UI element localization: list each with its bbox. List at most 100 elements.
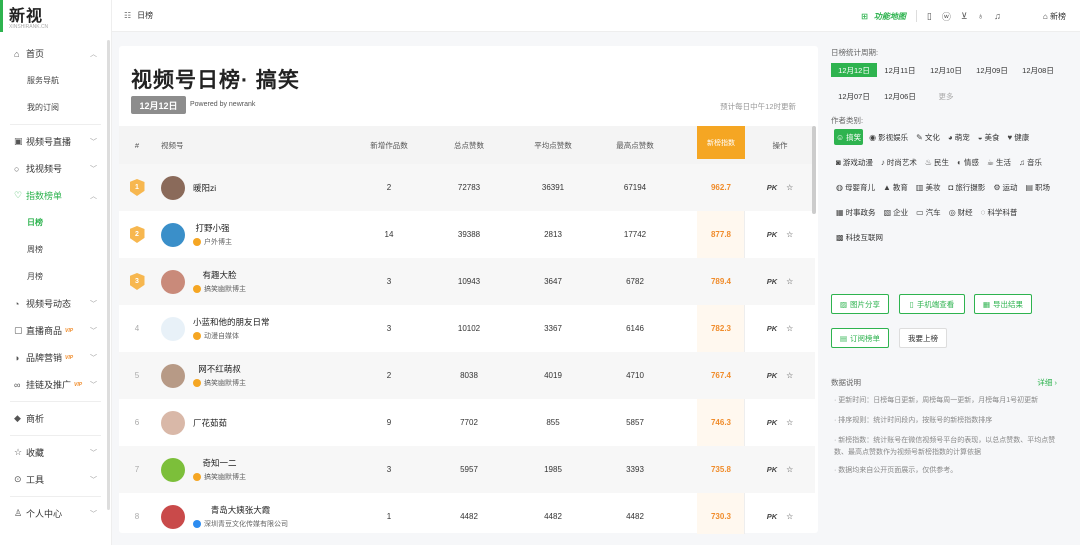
sidebar-item-8[interactable]: 月榜 (0, 263, 111, 290)
category-option[interactable]: ◐ 情感 (955, 154, 981, 170)
phone-icon[interactable]: ▯ (927, 11, 932, 22)
category-option[interactable]: ▦ 时事政务 (834, 204, 878, 220)
account-cell[interactable]: 厂花茹茹 (161, 410, 227, 435)
mobile-view-button[interactable]: ▯ 手机端查看 (899, 294, 965, 314)
account-cell[interactable]: 奇知一二 搞笑幽默博主 (161, 457, 246, 482)
category-option[interactable]: ⚙ 运动 (991, 179, 1019, 195)
date-option[interactable]: 12月07日 (831, 89, 877, 103)
pk-button[interactable]: PK (767, 183, 777, 192)
category-option[interactable]: ◘ 旅行摄影 (946, 179, 987, 195)
account-name[interactable]: 青岛大姨张大霞 (193, 504, 288, 516)
sidebar-item-15[interactable]: ⊙ 工具 ﹀ (0, 466, 111, 493)
avatar[interactable] (161, 410, 185, 435)
account-name[interactable]: 奇知一二 (193, 457, 246, 469)
account-cell[interactable]: 打野小强 户外博主 (161, 222, 232, 247)
category-option[interactable]: ▩ 科技互联网 (834, 229, 885, 245)
avatar[interactable] (161, 363, 185, 388)
category-option[interactable]: ▤ 职场 (1023, 179, 1052, 195)
sidebar-item-0[interactable]: ⌂ 首页 ︿ (0, 40, 111, 67)
date-option[interactable]: 12月09日 (969, 63, 1015, 77)
star-icon[interactable]: ☆ (786, 277, 793, 286)
category-option[interactable]: ♨ 民生 (923, 154, 951, 170)
avatar[interactable] (161, 316, 185, 341)
category-option[interactable]: ♥ 健康 (1006, 129, 1032, 145)
category-option[interactable]: ◉ 影视娱乐 (867, 129, 910, 145)
sidebar-item-10[interactable]: ▢ 直播商品 VIP ﹀ (0, 317, 111, 344)
category-option[interactable]: ☺ 搞笑 (834, 129, 864, 145)
table-row[interactable]: 6 厂花茹茹 9 7702 855 5857 746.3 PK ☆ (119, 399, 815, 446)
table-row[interactable]: 7 奇知一二 搞笑幽默博主 3 5957 1985 3393 735.8 PK ☆ (119, 446, 815, 493)
table-row[interactable]: 3 有趣大脸 搞笑幽默博主 3 10943 3647 6782 789.4 PK … (119, 258, 815, 305)
header-total-likes[interactable]: 总点赞数 (439, 140, 499, 151)
menu-icon[interactable]: ☷ (124, 11, 131, 20)
subscribe-button[interactable]: ▤ 订阅榜单 (831, 328, 889, 348)
category-option[interactable]: ✎ 文化 (914, 129, 942, 145)
avatar[interactable] (161, 175, 185, 200)
date-option[interactable]: 12月11日 (877, 63, 923, 77)
category-option[interactable]: ☕ 生活 (985, 154, 1013, 170)
pk-button[interactable]: PK (767, 512, 777, 521)
pk-button[interactable]: PK (767, 230, 777, 239)
category-option[interactable]: ▲ 教育 (881, 179, 910, 195)
weibo-icon[interactable]: ⓦ (942, 10, 951, 23)
feature-map-link[interactable]: ⊞ 功能地图 (861, 11, 906, 22)
table-row[interactable]: 5 网不红萌叔 搞笑幽默博主 2 8038 4019 4710 767.4 PK … (119, 352, 815, 399)
date-option[interactable]: 12月08日 (1015, 63, 1061, 77)
table-row[interactable]: 4 小蓝和他的朋友日常 动漫自媒体 3 10102 3367 6146 782.3… (119, 305, 815, 352)
newrank-home-link[interactable]: ⌂ 新榜 (1043, 11, 1066, 22)
category-option[interactable]: ♫ 音乐 (1017, 154, 1044, 170)
sidebar-item-4[interactable]: ○ 找视频号 ﹀ (0, 155, 111, 182)
shirt-icon[interactable]: ⊻ (961, 11, 968, 22)
notes-detail-link[interactable]: 详细 › (1037, 377, 1057, 388)
pk-button[interactable]: PK (767, 465, 777, 474)
sidebar-item-6[interactable]: 日榜 (0, 209, 111, 236)
account-name[interactable]: 有趣大脸 (193, 269, 246, 281)
sidebar-item-16[interactable]: ♙ 个人中心 ﹀ (0, 500, 111, 527)
headset-icon[interactable]: ♁ (977, 11, 984, 21)
account-cell[interactable]: 小蓝和他的朋友日常 动漫自媒体 (161, 316, 270, 341)
header-max-likes[interactable]: 最高点赞数 (603, 140, 667, 151)
category-option[interactable]: ◕ 萌宠 (946, 129, 972, 145)
sidebar-item-9[interactable]: ◔ 视频号动态 ﹀ (0, 290, 111, 317)
category-option[interactable]: ◎ 财经 (947, 204, 975, 220)
star-icon[interactable]: ☆ (786, 230, 793, 239)
pk-button[interactable]: PK (767, 277, 777, 286)
account-cell[interactable]: 有趣大脸 搞笑幽默博主 (161, 269, 246, 294)
submit-ranking-button[interactable]: 我要上榜 (899, 328, 947, 348)
sidebar-item-2[interactable]: 我的订阅 (0, 94, 111, 121)
account-name[interactable]: 厂花茹茹 (193, 417, 227, 429)
header-avg-likes[interactable]: 平均点赞数 (523, 140, 583, 151)
category-option[interactable]: ◍ 母婴育儿 (834, 179, 877, 195)
table-row[interactable]: 1 暖阳zi 2 72783 36391 67194 962.7 PK ☆ (119, 164, 815, 211)
account-name[interactable]: 打野小强 (193, 222, 232, 234)
category-option[interactable]: ◒ 美食 (976, 129, 1002, 145)
avatar[interactable] (161, 222, 185, 247)
category-option[interactable]: ▥ 美妆 (914, 179, 943, 195)
sidebar-item-3[interactable]: ▣ 视频号直播 ﹀ (0, 128, 111, 155)
date-option[interactable]: 12月06日 (877, 89, 923, 103)
avatar[interactable] (161, 269, 185, 294)
header-works[interactable]: 新增作品数 (359, 140, 419, 151)
sidebar-item-13[interactable]: ◆ 商析 (0, 405, 111, 432)
bell-icon[interactable]: ♫ (994, 11, 1001, 21)
sidebar-item-11[interactable]: ◑ 品牌营销 VIP ﹀ (0, 344, 111, 371)
date-more-dropdown[interactable]: 更多 (923, 89, 969, 103)
star-icon[interactable]: ☆ (786, 418, 793, 427)
account-cell[interactable]: 暖阳zi (161, 175, 216, 200)
star-icon[interactable]: ☆ (786, 512, 793, 521)
avatar[interactable] (161, 457, 185, 482)
account-cell[interactable]: 青岛大姨张大霞 深圳青豆文化传媒有限公司 (161, 504, 288, 529)
category-option[interactable]: ♪ 时尚艺术 (879, 154, 919, 170)
sidebar-item-14[interactable]: ☆ 收藏 ﹀ (0, 439, 111, 466)
sidebar-item-1[interactable]: 服务导航 (0, 67, 111, 94)
star-icon[interactable]: ☆ (786, 371, 793, 380)
date-option[interactable]: 12月12日 (831, 63, 877, 77)
star-icon[interactable]: ☆ (786, 183, 793, 192)
account-cell[interactable]: 网不红萌叔 搞笑幽默博主 (161, 363, 246, 388)
star-icon[interactable]: ☆ (786, 324, 793, 333)
pk-button[interactable]: PK (767, 324, 777, 333)
category-option[interactable]: ◌ 科学科普 (979, 204, 1020, 220)
pk-button[interactable]: PK (767, 418, 777, 427)
logo[interactable]: 新视 XINSHIRANK.CN (0, 0, 111, 32)
sidebar-scrollbar[interactable] (107, 40, 110, 510)
